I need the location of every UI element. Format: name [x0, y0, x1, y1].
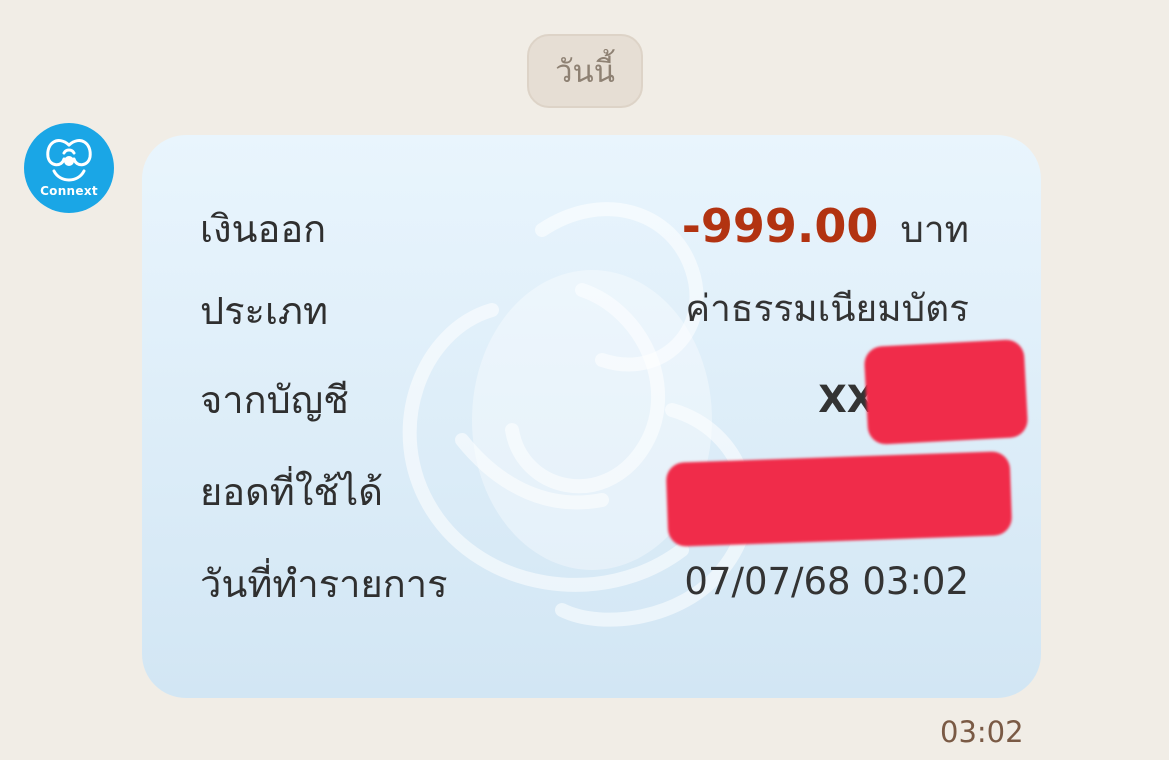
value-type: ค่าธรรมเนียมบัตร	[685, 287, 969, 330]
transaction-card[interactable]: เงินออก -999.00 บาท ประเภท ค่าธรรมเนียมบ…	[142, 135, 1041, 698]
sender-avatar[interactable]: Connext	[24, 123, 114, 213]
label-withdrawal: เงินออก	[200, 207, 327, 251]
amount-unit: บาท	[900, 208, 969, 251]
label-transaction-date: วันที่ทำรายการ	[200, 562, 448, 606]
amount-row-value: -999.00 บาท	[682, 203, 969, 249]
label-from-account: จากบัญชี	[200, 378, 349, 422]
message-time: 03:02	[940, 715, 1024, 749]
value-transaction-date: 07/07/68 03:02	[684, 560, 969, 603]
amount-value: -999.00	[681, 199, 879, 253]
avatar-label: Connext	[40, 184, 98, 198]
label-available-balance: ยอดที่ใช้ได้	[200, 470, 383, 514]
label-type: ประเภท	[200, 289, 329, 333]
balance-redaction	[665, 451, 1013, 547]
bank-logo-icon	[46, 139, 92, 182]
account-redaction	[863, 338, 1029, 446]
date-separator: วันนี้	[527, 34, 643, 108]
date-label: วันนี้	[555, 54, 615, 90]
